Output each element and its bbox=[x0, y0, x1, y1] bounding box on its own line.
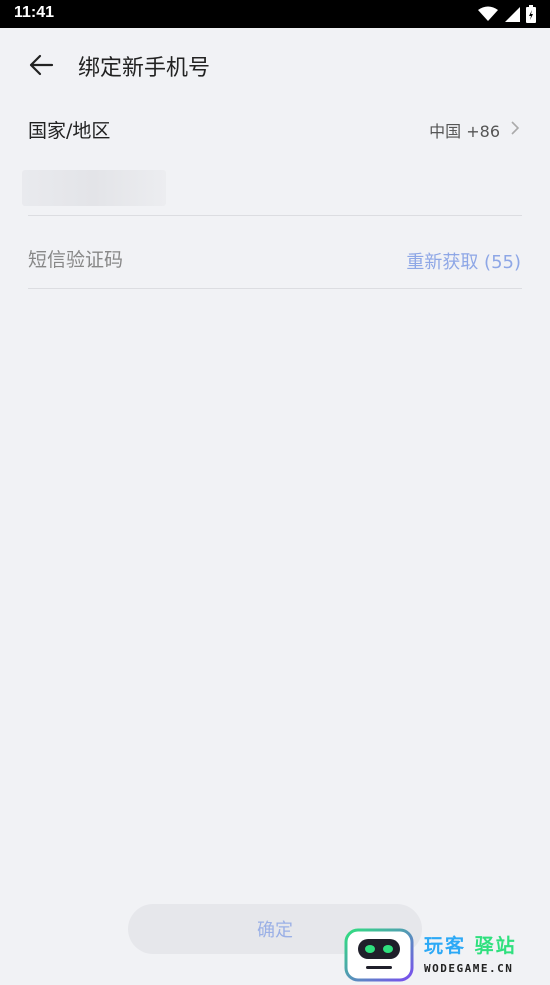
robot-logo-icon bbox=[344, 928, 414, 982]
status-icons bbox=[478, 5, 536, 23]
divider bbox=[28, 215, 522, 216]
status-time: 11:41 bbox=[14, 4, 55, 21]
chevron-right-icon bbox=[511, 121, 520, 135]
battery-icon bbox=[526, 5, 536, 23]
watermark-domain: WODEGAME.CN bbox=[424, 962, 514, 975]
status-bar: 11:41 bbox=[0, 0, 550, 28]
page-title: 绑定新手机号 bbox=[78, 56, 211, 81]
sms-code-input[interactable] bbox=[28, 245, 348, 275]
back-button[interactable] bbox=[24, 48, 58, 82]
arrow-left-icon bbox=[29, 54, 54, 76]
watermark: 玩客 驿站 WODEGAME.CN bbox=[344, 928, 550, 985]
signal-icon bbox=[505, 7, 520, 22]
country-region-selector[interactable]: 国家/地区 中国 +86 bbox=[0, 100, 550, 156]
wifi-icon bbox=[478, 6, 498, 21]
phone-number-field[interactable] bbox=[22, 170, 166, 206]
divider bbox=[28, 288, 522, 289]
country-value: 中国 +86 bbox=[429, 122, 500, 141]
resend-code-button[interactable]: 重新获取 (55) bbox=[406, 248, 521, 274]
country-label: 国家/地区 bbox=[28, 120, 111, 142]
app-header: 绑定新手机号 bbox=[0, 28, 550, 100]
watermark-name: 玩客 驿站 bbox=[424, 935, 517, 957]
